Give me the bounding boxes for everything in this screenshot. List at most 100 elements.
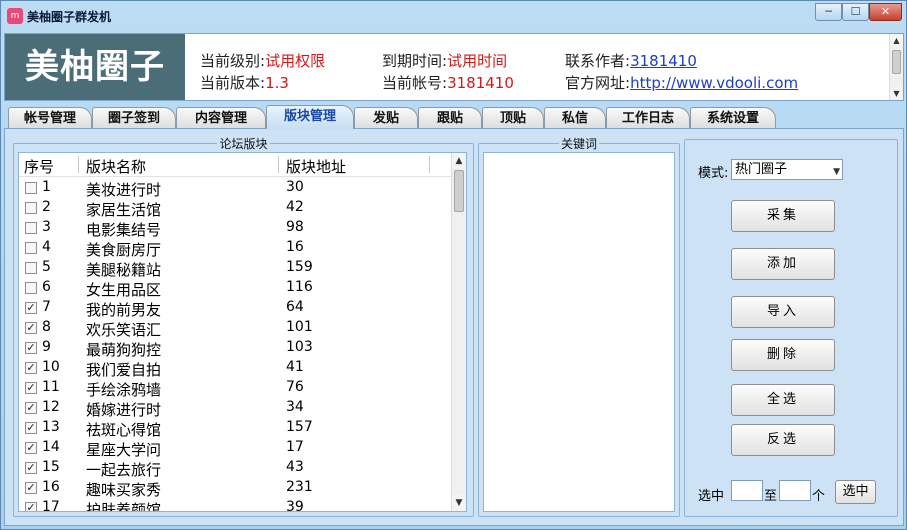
account-info: 当前帐号:3181410 <box>382 72 514 93</box>
row-checkbox[interactable] <box>25 202 37 214</box>
row-checkbox[interactable]: ✓ <box>25 362 37 374</box>
range-select-button[interactable]: 选中 <box>835 480 876 504</box>
row-checkbox[interactable]: ✓ <box>25 482 37 494</box>
site-link[interactable]: http://www.vdooli.com <box>630 74 798 92</box>
tab-post[interactable]: 发贴 <box>354 107 418 129</box>
list-header: 序号 版块名称 版块地址 <box>19 153 451 177</box>
row-checkbox[interactable]: ✓ <box>25 422 37 434</box>
row-index: 2 <box>42 199 51 215</box>
invert-selection-button[interactable]: 反选 <box>731 424 835 456</box>
row-checkbox[interactable]: ✓ <box>25 502 37 511</box>
maximize-button[interactable]: ☐ <box>842 3 869 21</box>
row-name: 美腿秘籍站 <box>86 261 162 279</box>
table-row[interactable]: ✓ 17 护肤养颜馆 39 <box>19 498 451 511</box>
row-addr: 41 <box>286 359 304 375</box>
column-divider[interactable] <box>278 156 279 173</box>
row-checkbox[interactable]: ✓ <box>25 382 37 394</box>
select-all-button[interactable]: 全选 <box>731 384 835 416</box>
table-row[interactable]: 5 美腿秘籍站 159 <box>19 258 451 279</box>
row-addr: 42 <box>286 199 304 215</box>
range-start-input[interactable] <box>731 480 763 501</box>
scroll-up-icon[interactable]: ▲ <box>890 34 903 47</box>
column-name[interactable]: 版块名称 <box>86 156 146 177</box>
main-tabs: 帐号管理 圈子签到 内容管理 版块管理 发贴 跟贴 顶贴 私信 工作日志 系统设… <box>4 105 904 129</box>
row-checkbox[interactable]: ✓ <box>25 322 37 334</box>
row-name: 祛斑心得馆 <box>86 421 162 439</box>
row-addr: 16 <box>286 239 304 255</box>
tab-checkin[interactable]: 圈子签到 <box>92 107 176 129</box>
row-checkbox[interactable] <box>25 262 37 274</box>
row-checkbox[interactable]: ✓ <box>25 402 37 414</box>
row-name: 星座大学问 <box>86 441 162 459</box>
info-header: 美柚圈子 当前级别:试用权限 当前版本:1.3 到期时间:试用时间 当前帐号:3… <box>4 33 904 101</box>
row-checkbox[interactable]: ✓ <box>25 342 37 354</box>
table-row[interactable]: 1 美妆进行时 30 <box>19 178 451 199</box>
row-checkbox[interactable] <box>25 242 37 254</box>
site-label: 官方网址: <box>565 74 631 92</box>
scroll-thumb[interactable] <box>892 50 901 74</box>
forum-list[interactable]: 序号 版块名称 版块地址 1 美妆进行时 30 2 家居生活馆 42 3 电影集结号 98 4 美食… <box>18 152 467 512</box>
range-end-input[interactable] <box>779 480 811 501</box>
column-divider[interactable] <box>429 156 430 173</box>
column-divider[interactable] <box>78 156 79 173</box>
expire-info: 到期时间:试用时间 <box>382 50 507 71</box>
tab-content[interactable]: 内容管理 <box>176 107 266 129</box>
table-row[interactable]: 2 家居生活馆 42 <box>19 198 451 219</box>
version-info: 当前版本:1.3 <box>200 72 289 93</box>
keyword-textarea[interactable] <box>483 152 675 512</box>
scroll-down-icon[interactable]: ▼ <box>452 495 466 511</box>
table-row[interactable]: 6 女生用品区 116 <box>19 278 451 299</box>
row-checkbox[interactable] <box>25 222 37 234</box>
table-row[interactable]: 3 电影集结号 98 <box>19 218 451 239</box>
collect-button[interactable]: 采集 <box>731 200 835 232</box>
table-row[interactable]: ✓ 8 欢乐笑语汇 101 <box>19 318 451 339</box>
table-row[interactable]: ✓ 10 我们爱自拍 41 <box>19 358 451 379</box>
level-label: 当前级别: <box>200 52 266 70</box>
table-row[interactable]: ✓ 13 祛斑心得馆 157 <box>19 418 451 439</box>
table-row[interactable]: ✓ 11 手绘涂鸦墙 76 <box>19 378 451 399</box>
tab-account[interactable]: 帐号管理 <box>8 107 92 129</box>
scroll-up-icon[interactable]: ▲ <box>452 153 466 169</box>
close-button[interactable]: ✕ <box>869 3 902 21</box>
add-button[interactable]: 添加 <box>731 248 835 280</box>
row-index: 5 <box>42 259 51 275</box>
author-link[interactable]: 3181410 <box>630 52 697 70</box>
author-label: 联系作者: <box>565 52 631 70</box>
scroll-thumb[interactable] <box>454 170 464 212</box>
row-addr: 34 <box>286 399 304 415</box>
title-bar[interactable]: m 美柚圈子群发机 ─ ☐ ✕ <box>1 1 906 31</box>
row-checkbox[interactable]: ✓ <box>25 462 37 474</box>
minimize-button[interactable]: ─ <box>815 3 842 21</box>
import-button[interactable]: 导入 <box>731 296 835 328</box>
tab-reply[interactable]: 跟贴 <box>418 107 482 129</box>
row-addr: 103 <box>286 339 313 355</box>
row-index: 15 <box>42 459 60 475</box>
row-checkbox[interactable]: ✓ <box>25 302 37 314</box>
table-row[interactable]: ✓ 12 婚嫁进行时 34 <box>19 398 451 419</box>
tab-settings[interactable]: 系统设置 <box>690 107 776 129</box>
row-checkbox[interactable]: ✓ <box>25 442 37 454</box>
table-row[interactable]: ✓ 7 我的前男友 64 <box>19 298 451 319</box>
tab-bump[interactable]: 顶贴 <box>482 107 544 129</box>
table-row[interactable]: 4 美食厨房厅 16 <box>19 238 451 259</box>
row-checkbox[interactable] <box>25 182 37 194</box>
table-row[interactable]: ✓ 9 最萌狗狗控 103 <box>19 338 451 359</box>
controls-group <box>684 139 898 517</box>
table-row[interactable]: ✓ 14 星座大学问 17 <box>19 438 451 459</box>
list-scrollbar[interactable]: ▲ ▼ <box>451 153 466 511</box>
tab-log[interactable]: 工作日志 <box>606 107 690 129</box>
window-title: 美柚圈子群发机 <box>27 10 112 24</box>
tab-forum[interactable]: 版块管理 <box>266 105 354 129</box>
column-index[interactable]: 序号 <box>24 156 54 177</box>
mode-select[interactable]: 热门圈子 ▼ <box>731 159 843 180</box>
tab-message[interactable]: 私信 <box>544 107 606 129</box>
header-scrollbar[interactable]: ▲ ▼ <box>889 34 903 100</box>
delete-button[interactable]: 删除 <box>731 339 835 371</box>
row-name: 婚嫁进行时 <box>86 401 162 419</box>
scroll-down-icon[interactable]: ▼ <box>890 87 903 100</box>
row-checkbox[interactable] <box>25 282 37 294</box>
site-info: 官方网址:http://www.vdooli.com <box>565 72 798 93</box>
table-row[interactable]: ✓ 16 趣味买家秀 231 <box>19 478 451 499</box>
column-addr[interactable]: 版块地址 <box>286 156 346 177</box>
table-row[interactable]: ✓ 15 一起去旅行 43 <box>19 458 451 479</box>
